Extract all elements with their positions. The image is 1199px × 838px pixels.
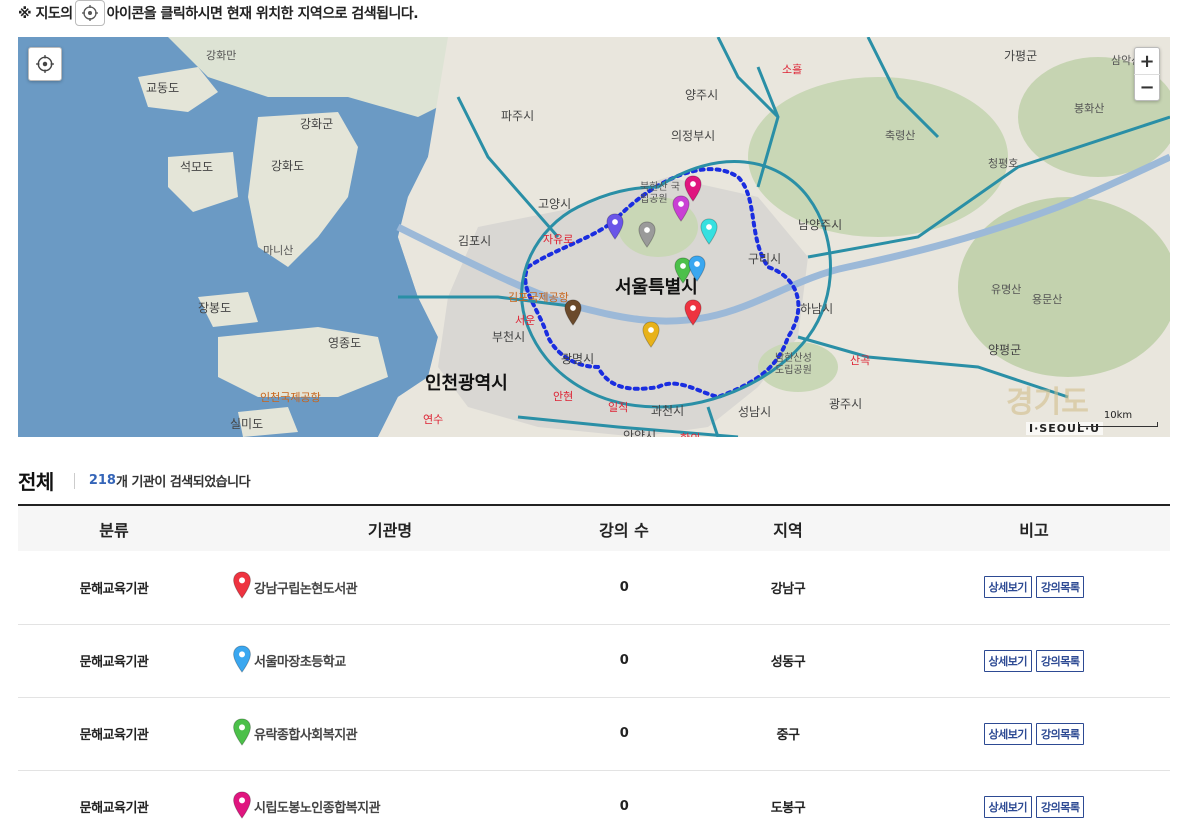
table-row: 문해교육기관 강남구립논현도서관 0 강남구 상세보기 강의목록 xyxy=(18,551,1170,625)
lecture-list-button[interactable]: 강의목록 xyxy=(1036,576,1085,599)
header-name: 기관명 xyxy=(367,520,413,540)
detail-button[interactable]: 상세보기 xyxy=(983,795,1032,818)
scale-label: 10km xyxy=(1103,410,1133,421)
detail-button[interactable]: 상세보기 xyxy=(983,576,1032,599)
row-region: 도봉구 xyxy=(678,770,898,838)
table-body: 문해교육기관 강남구립논현도서관 0 강남구 상세보기 강의목록 문해교육기관 서울마장초등학… xyxy=(18,551,1170,838)
institution-name[interactable]: 강남구립논현도서관 xyxy=(254,578,358,597)
map-marker-icon xyxy=(232,790,252,823)
zoom-out-button[interactable]: − xyxy=(1134,74,1160,100)
map-base xyxy=(18,37,1170,437)
map-marker-icon xyxy=(232,571,252,603)
map-view[interactable]: 서울특별시 인천광역시 경기도 강화만 교동도 강화군 석모도 강화도 마니산 … xyxy=(18,37,1170,437)
row-lectures: 0 xyxy=(570,551,678,625)
summary-title: 전체 xyxy=(18,470,54,494)
lecture-list-button[interactable]: 강의목록 xyxy=(1036,722,1085,745)
map-marker-pin-yellow[interactable] xyxy=(642,321,660,352)
result-count-text: 개 기관이 검색되었습니다 xyxy=(115,475,251,490)
zoom-in-button[interactable]: + xyxy=(1134,48,1160,74)
institution-name[interactable]: 서울마장초등학교 xyxy=(254,651,346,670)
row-name-cell: 유락종합사회복지관 xyxy=(210,697,570,771)
locate-icon xyxy=(74,0,105,26)
row-category: 문해교육기관 xyxy=(18,551,210,625)
institution-name[interactable]: 시립도봉노인종합복지관 xyxy=(254,797,381,816)
result-count: 218 xyxy=(88,473,116,488)
map-marker-pin-cyan[interactable] xyxy=(700,218,718,249)
map-marker-pin-purple[interactable] xyxy=(606,213,624,244)
header-lectures: 강의 수 xyxy=(599,520,649,540)
row-name-cell: 시립도봉노인종합복지관 xyxy=(210,770,570,838)
map-marker-pin-violet[interactable] xyxy=(672,195,690,226)
row-actions: 상세보기 강의목록 xyxy=(898,551,1170,625)
locate-icon xyxy=(36,55,54,73)
row-actions: 상세보기 강의목록 xyxy=(898,624,1170,698)
institution-table: 분류 기관명 강의 수 지역 비고 문해교육기관 강남구립논현도서관 0 강남구 상세보… xyxy=(18,504,1170,838)
scale-bar xyxy=(1078,422,1158,427)
header-region: 지역 xyxy=(773,520,803,540)
row-category: 문해교육기관 xyxy=(18,624,210,698)
row-region: 중구 xyxy=(678,697,898,771)
notice-suffix: 아이콘을 클릭하시면 현재 위치한 지역으로 검색됩니다. xyxy=(106,6,419,22)
map-scale: 10km xyxy=(1078,410,1158,427)
table-header-row: 분류 기관명 강의 수 지역 비고 xyxy=(18,505,1170,551)
map-marker-pin-red[interactable] xyxy=(684,299,702,330)
current-location-button[interactable] xyxy=(28,47,62,81)
table-row: 문해교육기관 시립도봉노인종합복지관 0 도봉구 상세보기 강의목록 xyxy=(18,770,1170,838)
map-marker-pin-gray[interactable] xyxy=(638,221,656,252)
map-marker-icon xyxy=(232,717,252,750)
row-region: 강남구 xyxy=(678,551,898,625)
row-category: 문해교육기관 xyxy=(18,697,210,771)
row-region: 성동구 xyxy=(678,624,898,698)
summary-divider xyxy=(73,472,75,489)
row-actions: 상세보기 강의목록 xyxy=(898,697,1170,771)
detail-button[interactable]: 상세보기 xyxy=(983,722,1032,745)
detail-button[interactable]: 상세보기 xyxy=(983,649,1032,672)
institution-name[interactable]: 유락종합사회복지관 xyxy=(254,724,358,743)
lecture-list-button[interactable]: 강의목록 xyxy=(1036,649,1085,672)
row-name-cell: 강남구립논현도서관 xyxy=(210,551,570,625)
lecture-list-button[interactable]: 강의목록 xyxy=(1036,795,1085,818)
row-category: 문해교육기관 xyxy=(18,770,210,838)
map-usage-notice: ※ 지도의 아이콘을 클릭하시면 현재 위치한 지역으로 검색됩니다. xyxy=(18,0,419,26)
row-lectures: 0 xyxy=(570,770,678,838)
row-actions: 상세보기 강의목록 xyxy=(898,770,1170,838)
row-name-cell: 서울마장초등학교 xyxy=(210,624,570,698)
map-marker-pin-blue[interactable] xyxy=(688,255,706,286)
zoom-control: + − xyxy=(1134,47,1160,101)
map-marker-icon xyxy=(232,644,252,677)
table-row: 문해교육기관 서울마장초등학교 0 성동구 상세보기 강의목록 xyxy=(18,624,1170,698)
table-row: 문해교육기관 유락종합사회복지관 0 중구 상세보기 강의목록 xyxy=(18,697,1170,771)
row-lectures: 0 xyxy=(570,697,678,771)
header-note: 비고 xyxy=(1019,520,1049,540)
header-category: 분류 xyxy=(99,520,129,540)
notice-prefix: ※ 지도의 xyxy=(18,6,73,22)
row-lectures: 0 xyxy=(570,624,678,698)
map-marker-pin-brown[interactable] xyxy=(564,299,582,330)
result-summary: 전체 218 개 기관이 검색되었습니다 xyxy=(18,466,251,495)
